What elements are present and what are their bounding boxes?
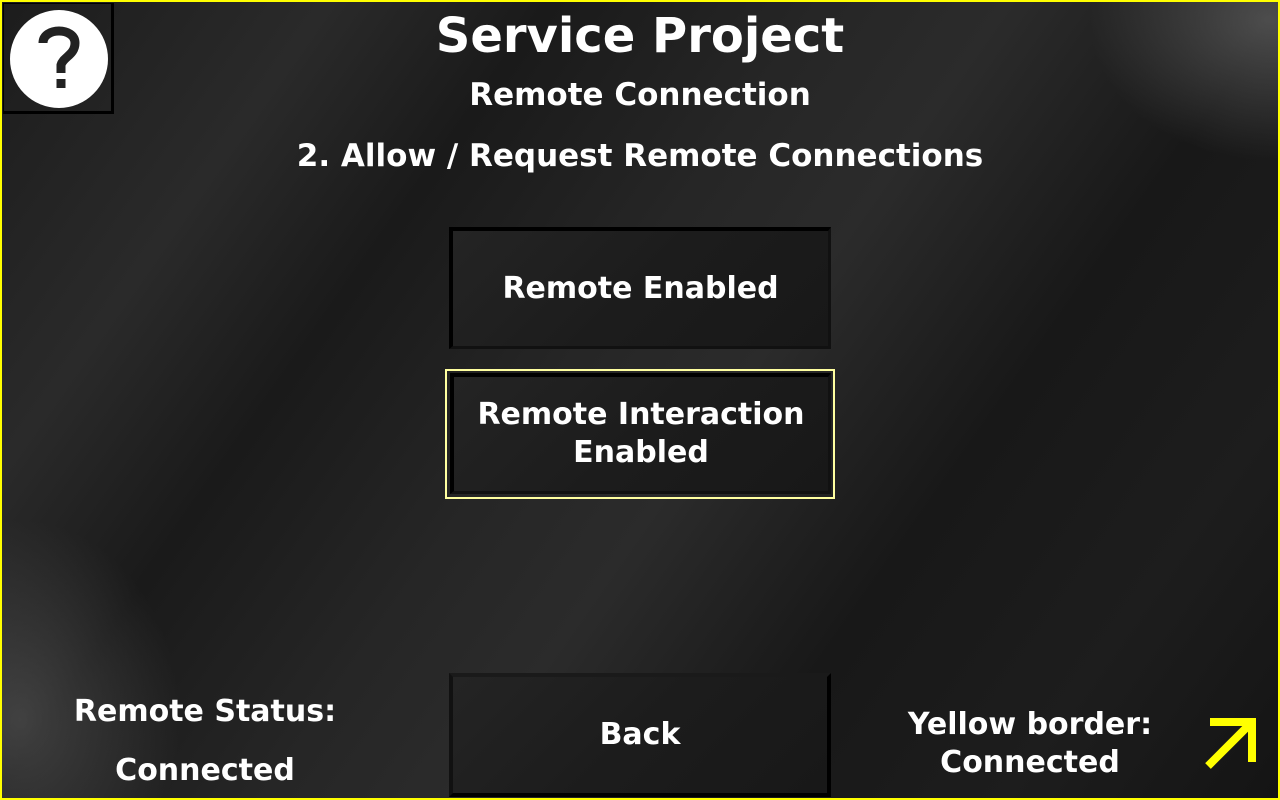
back-label: Back [599,717,681,752]
remote-status-value: Connected [115,753,295,788]
back-button[interactable]: Back [449,673,831,797]
page-subtitle: Remote Connection [469,77,811,113]
remote-status-label: Remote Status: [73,694,337,729]
legend-line1: Yellow border: [907,707,1153,742]
remote-enabled-label: Remote Enabled [502,270,779,306]
arrow-up-right-icon [1205,718,1256,769]
legend: Yellow border: Connected [870,706,1190,782]
remote-interaction-label-line2: Enabled [573,435,709,470]
legend-line2: Connected [940,745,1120,780]
page-title: Service Project [435,8,845,64]
remote-interaction-enabled-button[interactable]: Remote Interaction Enabled [450,373,831,494]
remote-enabled-button[interactable]: Remote Enabled [449,227,831,349]
remote-interaction-label-line1: Remote Interaction [477,397,805,432]
step-heading: 2. Allow / Request Remote Connections [296,138,984,174]
